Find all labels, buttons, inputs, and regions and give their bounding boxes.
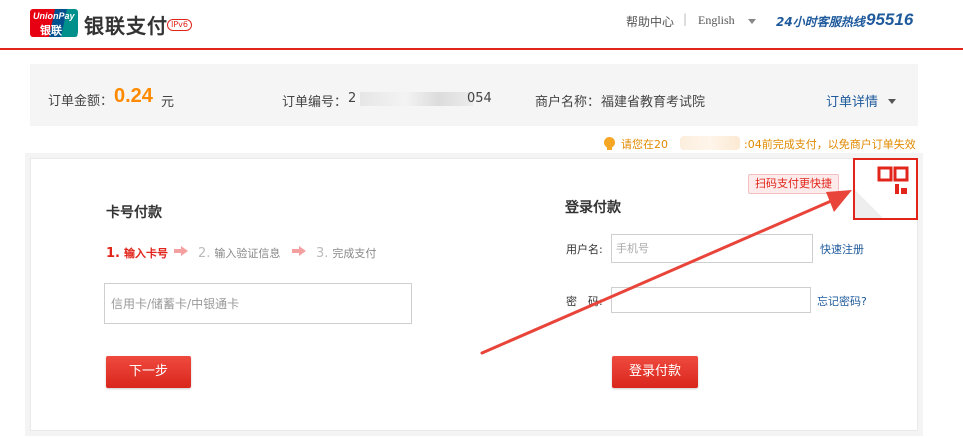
password-label: 密 码: [566, 295, 603, 308]
arrow-right-icon [292, 246, 306, 256]
order-detail-link[interactable]: 订单详情 [826, 91, 878, 110]
site-header: UnionPay 银联 银联支付 IPv6 帮助中心 | English 24小… [0, 0, 963, 50]
notice-suffix: :04前完成支付，以免商户订单失效 [744, 138, 916, 151]
password-input[interactable] [611, 287, 811, 313]
hotline-number: 95516 [866, 10, 914, 29]
login-pay-button[interactable]: 登录付款 [612, 356, 698, 388]
step-2: 2. 输入验证信息 [198, 246, 281, 261]
amount-label: 订单金额： [48, 94, 114, 109]
redacted-order-no [360, 92, 473, 106]
logo-text-cn: 银联 [40, 24, 62, 37]
lightbulb-icon [604, 137, 615, 150]
merchant-label: 商户名称： [535, 95, 601, 110]
unionpay-logo-icon[interactable]: UnionPay 银联 [30, 9, 78, 37]
order-no-label: 订单编号： [282, 95, 348, 110]
username-label: 用户名: [566, 243, 603, 256]
hotline-label: 24小时客服热线 [776, 15, 865, 29]
username-input[interactable] [611, 234, 813, 263]
order-info-bar: 订单金额： 0.24 元 订单编号： 2 054 商户名称： 福建省教育考试院 … [30, 64, 918, 126]
language-selector[interactable]: English [698, 13, 735, 28]
notice-prefix: 请您在20 [621, 138, 668, 151]
card-number-input[interactable] [104, 283, 412, 324]
chevron-down-icon[interactable] [748, 19, 756, 24]
redacted-deadline [680, 136, 740, 150]
arrow-right-icon [174, 246, 188, 256]
card-pay-title: 卡号付款 [106, 205, 162, 221]
brand-name: 银联支付 [84, 14, 168, 38]
ipv6-badge: IPv6 [167, 19, 193, 31]
step-1: 1. 输入卡号 [106, 246, 168, 261]
merchant-name: 福建省教育考试院 [601, 95, 706, 110]
forgot-password-link[interactable]: 忘记密码? [817, 293, 867, 309]
help-center-link[interactable]: 帮助中心 [626, 13, 674, 30]
next-step-button[interactable]: 下一步 [106, 356, 191, 388]
step-3: 3. 完成支付 [316, 246, 377, 261]
amount-unit: 元 [161, 95, 175, 110]
register-link[interactable]: 快速注册 [820, 241, 864, 257]
qr-tip: 扫码支付更快捷 [748, 174, 839, 194]
order-no-suffix: 054 [467, 91, 492, 106]
logo-text-en: UnionPay [33, 11, 75, 21]
chevron-down-icon[interactable] [888, 99, 896, 104]
qr-code-toggle[interactable] [853, 158, 918, 220]
amount-value: 0.24 [114, 85, 153, 107]
nav-separator: | [683, 12, 688, 26]
login-pay-title: 登录付款 [565, 200, 621, 216]
corner-peel [855, 190, 887, 218]
order-no-prefix: 2 [348, 91, 357, 106]
